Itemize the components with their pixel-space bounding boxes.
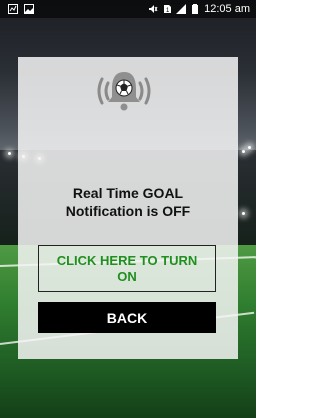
back-button-label: BACK [106, 309, 148, 326]
title-line-2: Notification is OFF [65, 203, 191, 219]
screen: 1 12:05 am Real Time GOAL Notification i… [0, 0, 256, 418]
status-time: 12:05 am [204, 3, 250, 15]
turn-on-label-line-2: ON [117, 268, 137, 284]
turn-on-notifications-button[interactable]: CLICK HERE TO TURN ON [38, 245, 216, 292]
image-icon [24, 4, 34, 14]
notification-icon [8, 4, 18, 14]
stadium-light [242, 150, 245, 153]
notification-status-title: Real Time GOAL Notification is OFF [0, 184, 256, 220]
turn-on-label-line-1: CLICK HERE TO TURN [56, 252, 198, 268]
sim-icon: 1 [162, 4, 172, 14]
title-line-1: Real Time GOAL [72, 185, 184, 201]
battery-icon [190, 4, 200, 14]
ringing-bell-football-icon [94, 69, 154, 113]
back-button[interactable]: BACK [38, 302, 216, 333]
stadium-light [8, 152, 11, 155]
mute-icon [148, 4, 158, 14]
status-bar: 1 12:05 am [0, 0, 256, 18]
stadium-light [248, 146, 251, 149]
signal-icon [176, 4, 187, 14]
